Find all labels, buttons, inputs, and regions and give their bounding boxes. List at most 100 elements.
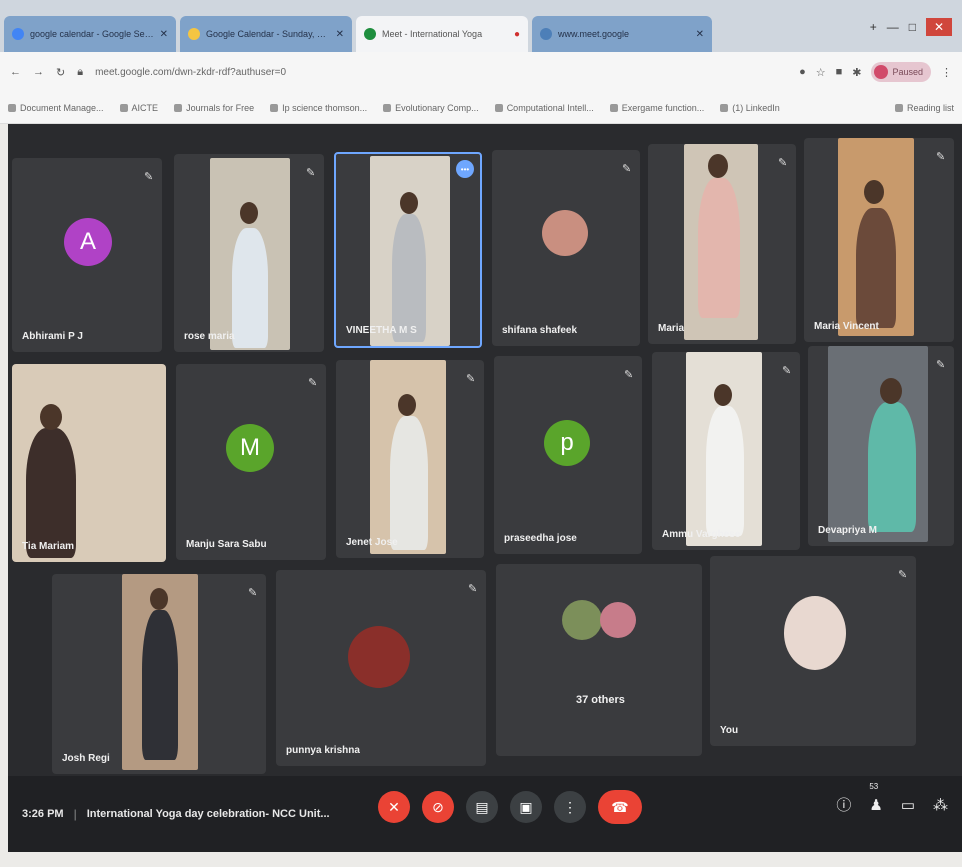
clock: 3:26 PM bbox=[22, 808, 64, 820]
extension-icon[interactable]: ■ bbox=[836, 66, 843, 78]
more-options-button[interactable]: ⋮ bbox=[554, 791, 586, 823]
muted-mic-icon: ✎ bbox=[466, 373, 476, 385]
participant-tile[interactable]: ✎ Devapriya M bbox=[808, 346, 954, 546]
person-head bbox=[864, 180, 884, 204]
participant-tile-others[interactable]: 37 others bbox=[496, 564, 702, 756]
participant-tile-active-speaker[interactable]: ••• VINEETHA M S bbox=[334, 152, 482, 348]
muted-mic-icon: ✎ bbox=[622, 163, 632, 175]
participant-tile[interactable]: ✎ Maria bbox=[648, 144, 796, 344]
meeting-title: International Yoga day celebration- NCC … bbox=[86, 808, 330, 820]
activities-icon[interactable]: ⁂ bbox=[933, 796, 948, 814]
person-head bbox=[714, 384, 732, 406]
browser-tab-2[interactable]: Google Calendar - Sunday, June ✕ bbox=[180, 16, 352, 52]
camera-icon[interactable]: ● bbox=[799, 66, 806, 78]
star-icon[interactable]: ☆ bbox=[816, 66, 826, 79]
bookmark-item[interactable]: Evolutionary Comp... bbox=[383, 103, 479, 113]
browser-tab-4[interactable]: www.meet.google ✕ bbox=[532, 16, 712, 52]
leave-call-button[interactable]: ☎ bbox=[598, 790, 642, 824]
participant-name: punnya krishna bbox=[286, 745, 360, 756]
participant-tile[interactable]: ✎ Maria Vincent bbox=[804, 138, 954, 342]
participant-tile[interactable]: ✎ M Manju Sara Sabu bbox=[176, 364, 326, 560]
participant-video bbox=[686, 352, 762, 546]
person-figure bbox=[856, 208, 896, 328]
lock-icon[interactable]: 🔒︎ bbox=[77, 66, 83, 79]
participant-video bbox=[12, 364, 166, 562]
menu-icon[interactable]: ⋮ bbox=[941, 66, 952, 79]
participant-name: Abhirami P J bbox=[22, 331, 83, 342]
close-tab-icon[interactable]: ✕ bbox=[696, 29, 704, 40]
chat-icon[interactable]: ▭ bbox=[901, 796, 915, 814]
muted-mic-icon: ✎ bbox=[144, 171, 154, 183]
present-button[interactable]: ▣ bbox=[510, 791, 542, 823]
reload-icon[interactable]: ↻ bbox=[56, 66, 65, 79]
minimize-icon[interactable]: — bbox=[887, 20, 899, 34]
person-head bbox=[150, 588, 168, 610]
maximize-icon[interactable]: □ bbox=[909, 20, 916, 34]
pin-icon[interactable]: ✱ bbox=[852, 66, 861, 79]
tab-title: Meet - International Yoga bbox=[382, 29, 483, 39]
back-icon[interactable]: ← bbox=[10, 66, 21, 78]
participant-name: Ammu Varghese bbox=[662, 529, 741, 540]
present-icon: ▣ bbox=[519, 798, 533, 815]
participant-name: You bbox=[720, 725, 739, 736]
participant-tile[interactable]: ✎ Josh Regi bbox=[52, 574, 266, 774]
participant-tile[interactable]: ✎ rose maria bbox=[174, 154, 324, 352]
participant-tile[interactable]: ✎ Ammu Varghese bbox=[652, 352, 800, 550]
participant-name: Devapriya M bbox=[818, 525, 877, 536]
mic-toggle-button[interactable]: ✕ bbox=[378, 791, 410, 823]
new-tab-icon[interactable]: + bbox=[870, 20, 877, 34]
window-controls: + — □ ✕ bbox=[870, 18, 962, 52]
window-close-icon[interactable]: ✕ bbox=[926, 18, 952, 36]
forward-icon[interactable]: → bbox=[33, 66, 44, 78]
close-tab-icon[interactable]: ✕ bbox=[336, 29, 344, 40]
person-figure bbox=[698, 178, 740, 318]
captions-button[interactable]: ▤ bbox=[466, 791, 498, 823]
person-figure bbox=[26, 428, 76, 558]
bookmark-item[interactable]: Ip science thomson... bbox=[270, 103, 367, 113]
browser-tab-3[interactable]: Meet - International Yoga ● bbox=[356, 16, 528, 52]
close-tab-icon[interactable]: ✕ bbox=[160, 29, 168, 40]
people-button[interactable]: 53 ♟ bbox=[869, 782, 882, 814]
avatar bbox=[348, 626, 410, 688]
person-head bbox=[240, 202, 258, 224]
participant-tile-self[interactable]: ✎ You bbox=[710, 556, 916, 746]
participant-tile[interactable]: ✎ Tia Mariam bbox=[12, 364, 166, 562]
muted-mic-icon: ✎ bbox=[624, 369, 634, 381]
camera-off-icon: ⊘ bbox=[432, 798, 444, 815]
screen-edge bbox=[0, 852, 962, 867]
bookmark-item[interactable]: Document Manage... bbox=[8, 103, 104, 113]
camera-toggle-button[interactable]: ⊘ bbox=[422, 791, 454, 823]
participant-name: rose maria bbox=[184, 331, 235, 342]
bookmark-item[interactable]: AICTE bbox=[119, 103, 158, 113]
bookmark-icon bbox=[119, 103, 128, 112]
person-head bbox=[400, 192, 418, 214]
bookmark-item[interactable]: Computational Intell... bbox=[494, 103, 594, 113]
participant-video bbox=[828, 346, 928, 542]
tab-title: google calendar - Google Search bbox=[30, 29, 154, 39]
profile-label: Paused bbox=[892, 67, 923, 77]
participant-tile[interactable]: ✎ Jenet Jose bbox=[336, 360, 484, 558]
participant-tile[interactable]: ✎ shifana shafeek bbox=[492, 150, 640, 346]
muted-mic-icon: ✎ bbox=[248, 587, 258, 599]
participant-video bbox=[684, 144, 758, 340]
avatar: M bbox=[226, 424, 274, 472]
participant-count: 53 bbox=[869, 781, 879, 791]
speaking-indicator-icon: ••• bbox=[456, 160, 474, 178]
participant-tile[interactable]: ✎ punnya krishna bbox=[276, 570, 486, 766]
bookmark-icon bbox=[720, 103, 729, 112]
bookmark-item[interactable]: Exergame function... bbox=[609, 103, 704, 113]
close-tab-icon[interactable]: ● bbox=[514, 29, 520, 40]
browser-tab-1[interactable]: google calendar - Google Search ✕ bbox=[4, 16, 176, 52]
reading-list[interactable]: Reading list bbox=[894, 103, 954, 113]
bookmark-item[interactable]: (1) LinkedIn bbox=[720, 103, 780, 113]
url-field[interactable]: meet.google.com/dwn-zkdr-rdf?authuser=0 bbox=[95, 67, 286, 78]
participant-name: Manju Sara Sabu bbox=[186, 539, 267, 550]
person-head bbox=[40, 404, 62, 430]
participant-tile[interactable]: ✎ A Abhirami P J bbox=[12, 158, 162, 352]
more-vert-icon: ⋮ bbox=[563, 798, 577, 815]
info-icon[interactable]: ⓘ bbox=[836, 794, 851, 815]
profile-button[interactable]: Paused bbox=[871, 62, 931, 82]
participant-tile[interactable]: ✎ p praseedha jose bbox=[494, 356, 642, 554]
bookmark-item[interactable]: Journals for Free bbox=[174, 103, 254, 113]
address-bar: ← → ↻ 🔒︎ meet.google.com/dwn-zkdr-rdf?au… bbox=[0, 52, 962, 92]
